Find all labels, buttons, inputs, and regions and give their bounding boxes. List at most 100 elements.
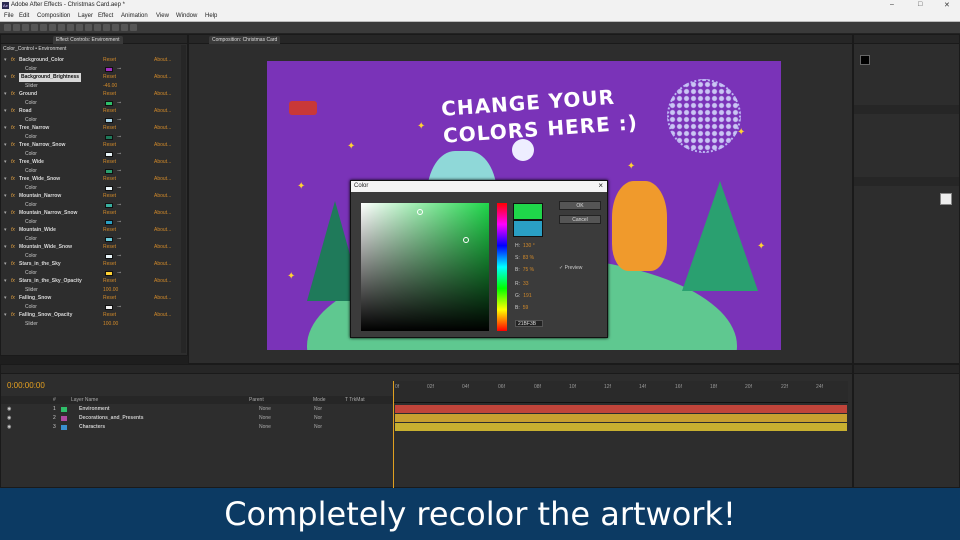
minimize-button[interactable]: – (890, 1, 894, 8)
color-swatch[interactable] (105, 168, 113, 174)
effect-row[interactable]: ▾ fx Mountain_Wide Reset About... (1, 226, 179, 235)
twirl-icon[interactable]: ▾ (4, 124, 7, 133)
effect-param-row[interactable]: Color ⊸ (1, 167, 179, 176)
brightness-value[interactable]: 75 % (523, 267, 534, 273)
eyedropper-icon[interactable]: ⊸ (117, 269, 121, 278)
menu-help[interactable]: Help (205, 13, 217, 19)
pan-tool-icon[interactable] (58, 24, 65, 31)
slider-value[interactable]: 100.00 (103, 286, 118, 295)
reset-link[interactable]: Reset (103, 175, 116, 184)
reset-link[interactable]: Reset (103, 158, 116, 167)
color-swatch[interactable] (105, 151, 113, 157)
fx-toggle-icon[interactable]: fx (11, 226, 15, 235)
effect-param-row[interactable]: Color ⊸ (1, 303, 179, 312)
effect-param-row[interactable]: Slider 100.00 (1, 286, 179, 295)
about-link[interactable]: About... (154, 277, 171, 286)
hue-field[interactable]: H: 130 ° (515, 243, 535, 249)
eyedropper-icon[interactable]: ⊸ (117, 201, 121, 210)
hue-slider[interactable] (497, 203, 507, 331)
twirl-icon[interactable]: ▾ (4, 260, 7, 269)
cancel-button[interactable]: Cancel (559, 215, 601, 224)
layer-row[interactable]: ◉ 1 Environment None Nor (1, 405, 393, 414)
layer-duration-bar[interactable] (395, 423, 847, 431)
layer-label-color[interactable] (61, 407, 67, 412)
effect-row[interactable]: ▾ fx Background_Brightness Reset About... (1, 73, 179, 82)
reset-link[interactable]: Reset (103, 226, 116, 235)
visibility-eye-icon[interactable]: ◉ (7, 405, 11, 414)
twirl-icon[interactable]: ▾ (4, 107, 7, 116)
fx-toggle-icon[interactable]: fx (11, 141, 15, 150)
hex-input[interactable]: 21BF3B (515, 320, 543, 327)
pen-tool-icon[interactable] (76, 24, 83, 31)
fx-toggle-icon[interactable]: fx (11, 90, 15, 99)
about-link[interactable]: About... (154, 311, 171, 320)
menu-effect[interactable]: Effect (98, 13, 113, 19)
about-link[interactable]: About... (154, 175, 171, 184)
menu-layer[interactable]: Layer (78, 13, 93, 19)
color-swatch[interactable] (105, 202, 113, 208)
reset-link[interactable]: Reset (103, 124, 116, 133)
effect-param-row[interactable]: Color ⊸ (1, 184, 179, 193)
brush-tool-icon[interactable] (94, 24, 101, 31)
mode-dropdown[interactable]: Nor (314, 423, 322, 432)
color-swatch[interactable] (105, 100, 113, 106)
tab-composition[interactable]: Composition: Christmas Card (209, 36, 281, 44)
effect-param-row[interactable]: Color ⊸ (1, 235, 179, 244)
color-field-cursor[interactable] (417, 209, 423, 215)
about-link[interactable]: About... (154, 90, 171, 99)
reset-link[interactable]: Reset (103, 90, 116, 99)
layer-name[interactable]: Environment (79, 405, 110, 414)
color-field[interactable] (361, 203, 489, 331)
twirl-icon[interactable]: ▾ (4, 141, 7, 150)
fx-toggle-icon[interactable]: fx (11, 277, 15, 286)
effect-param-row[interactable]: Slider 100.00 (1, 320, 179, 329)
effect-param-row[interactable]: Color ⊸ (1, 116, 179, 125)
effect-row[interactable]: ▾ fx Falling_Snow Reset About... (1, 294, 179, 303)
playhead[interactable] (393, 381, 394, 489)
menu-file[interactable]: File (4, 13, 14, 19)
twirl-icon[interactable]: ▾ (4, 73, 7, 82)
color-swatch[interactable] (105, 219, 113, 225)
about-link[interactable]: About... (154, 141, 171, 150)
close-icon[interactable]: × (598, 181, 603, 190)
effect-row[interactable]: ▾ fx Stars_in_the_Sky Reset About... (1, 260, 179, 269)
green-value[interactable]: 191 (523, 293, 531, 299)
about-link[interactable]: About... (154, 192, 171, 201)
about-link[interactable]: About... (154, 243, 171, 252)
twirl-icon[interactable]: ▾ (4, 277, 7, 286)
maximize-button[interactable]: □ (918, 1, 922, 8)
twirl-icon[interactable]: ▾ (4, 294, 7, 303)
effect-param-row[interactable]: Color ⊸ (1, 252, 179, 261)
fx-toggle-icon[interactable]: fx (11, 124, 15, 133)
visibility-eye-icon[interactable]: ◉ (7, 414, 11, 423)
effect-param-row[interactable]: Color ⊸ (1, 269, 179, 278)
about-link[interactable]: About... (154, 294, 171, 303)
fx-toggle-icon[interactable]: fx (11, 158, 15, 167)
mask-tool-icon[interactable] (67, 24, 74, 31)
red-value[interactable]: 33 (523, 281, 529, 287)
green-field[interactable]: G: 191 (515, 293, 532, 299)
layer-label-color[interactable] (61, 416, 67, 421)
color-swatch[interactable] (105, 117, 113, 123)
reset-link[interactable]: Reset (103, 141, 116, 150)
layer-row[interactable]: ◉ 3 Characters None Nor (1, 423, 393, 432)
ok-button[interactable]: OK (559, 201, 601, 210)
eyedropper-icon[interactable]: ⊸ (117, 133, 121, 142)
hand-tool-icon[interactable] (22, 24, 29, 31)
twirl-icon[interactable]: ▾ (4, 175, 7, 184)
reset-link[interactable]: Reset (103, 209, 116, 218)
effect-param-row[interactable]: Slider -46.00 (1, 82, 179, 91)
tab-effect-controls[interactable]: Effect Controls: Environment (53, 36, 123, 44)
fx-toggle-icon[interactable]: fx (11, 260, 15, 269)
layer-duration-bar[interactable] (395, 414, 847, 422)
effect-row[interactable]: ▾ fx Tree_Narrow_Snow Reset About... (1, 141, 179, 150)
color-swatch[interactable] (105, 253, 113, 259)
effect-row[interactable]: ▾ fx Mountain_Narrow_Snow Reset About... (1, 209, 179, 218)
rotate-tool-icon[interactable] (40, 24, 47, 31)
selection-tool-icon[interactable] (13, 24, 20, 31)
reset-link[interactable]: Reset (103, 277, 116, 286)
effect-param-row[interactable]: Color ⊸ (1, 201, 179, 210)
slider-value[interactable]: 100.00 (103, 320, 118, 329)
about-link[interactable]: About... (154, 73, 171, 82)
close-button[interactable]: ✕ (944, 1, 950, 9)
